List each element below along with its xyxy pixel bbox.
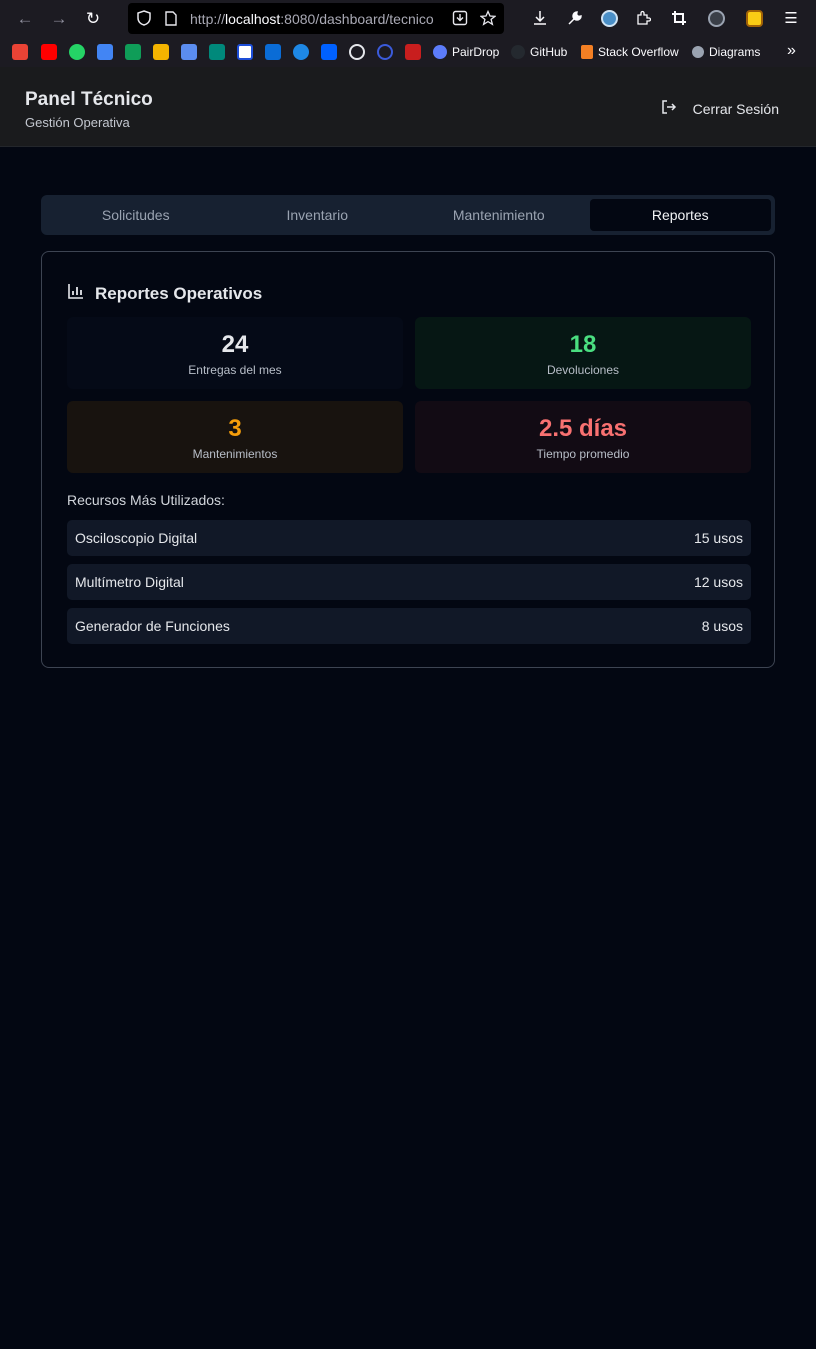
resource-uses: 8 usos	[701, 618, 743, 634]
stat-value: 3	[228, 415, 242, 442]
list-item: Multímetro Digital 12 usos	[67, 564, 751, 600]
address-bar[interactable]: http://localhost:8080/dashboard/tecnico	[128, 3, 504, 34]
google-docs-icon[interactable]	[97, 44, 113, 60]
save-page-icon[interactable]	[452, 10, 468, 26]
github-icon	[511, 45, 525, 59]
resource-name: Multímetro Digital	[75, 574, 184, 590]
downloads-icon[interactable]	[530, 8, 550, 28]
stat-value: 2.5 días	[538, 415, 628, 442]
app-header: Panel Técnico Gestión Operativa Cerrar S…	[0, 67, 816, 147]
google-sheets-icon[interactable]	[125, 44, 141, 60]
dropbox-icon[interactable]	[321, 44, 337, 60]
resource-name: Osciloscopio Digital	[75, 530, 198, 546]
page-icon	[163, 10, 179, 26]
menu-icon[interactable]: ☰	[781, 8, 801, 28]
url-host: localhost	[225, 11, 281, 27]
stat-value: 24	[221, 331, 249, 358]
tab-inventario[interactable]: Inventario	[227, 199, 409, 231]
stat-label: Entregas del mes	[188, 363, 282, 377]
reload-icon[interactable]: ↻	[82, 8, 104, 30]
wrench-icon[interactable]	[565, 8, 585, 28]
tab-mantenimiento[interactable]: Mantenimiento	[408, 199, 590, 231]
pairdrop-icon	[433, 45, 447, 59]
google-translate-icon[interactable]	[181, 44, 197, 60]
yellow-extension-icon[interactable]	[744, 8, 764, 28]
page-subtitle: Gestión Operativa	[25, 115, 130, 130]
stat-label: Devoluciones	[546, 363, 620, 377]
stat-label: Mantenimientos	[192, 447, 278, 461]
url-path: :8080/dashboard/tecnico	[280, 11, 434, 27]
resources-heading: Recursos Más Utilizados:	[67, 492, 225, 508]
back-arrow-icon[interactable]: ←	[14, 8, 36, 30]
bookmark-label: PairDrop	[452, 45, 500, 59]
resource-uses: 12 usos	[693, 574, 743, 590]
tab-bar: Solicitudes Inventario Mantenimiento Rep…	[41, 195, 775, 235]
bookmark-label: GitHub	[530, 45, 568, 59]
bookmark-label: Stack Overflow	[598, 45, 679, 59]
stat-mantenimientos: 3 Mantenimientos	[67, 401, 403, 473]
card-title: Reportes Operativos	[67, 282, 262, 305]
extensions-puzzle-icon[interactable]	[633, 8, 653, 28]
resource-uses: 15 usos	[693, 530, 743, 546]
bookmark-pairdrop[interactable]: PairDrop	[433, 44, 499, 60]
youtube-icon[interactable]	[41, 44, 57, 60]
stat-label: Tiempo promedio	[536, 447, 630, 461]
google-slides-icon[interactable]	[153, 44, 169, 60]
gmail-icon[interactable]	[12, 44, 28, 60]
tab-reportes[interactable]: Reportes	[589, 199, 771, 231]
onedrive-icon[interactable]	[293, 44, 309, 60]
tweetdeck-icon[interactable]	[237, 44, 253, 60]
red-app-icon[interactable]	[405, 44, 421, 60]
tab-solicitudes[interactable]: Solicitudes	[45, 199, 227, 231]
bookmarks-bar: PairDrop GitHub Stack Overflow Diagrams …	[0, 37, 816, 67]
diagrams-icon	[692, 46, 704, 58]
url-text[interactable]: http://localhost:8080/dashboard/tecnico	[190, 11, 438, 27]
logout-button[interactable]: Cerrar Sesión	[661, 99, 779, 118]
speedometer-icon[interactable]	[349, 44, 365, 60]
browser-toolbar: ← → ↻ http://localhost:8080/dashboard/te…	[0, 0, 816, 37]
reports-card: Reportes Operativos 24 Entregas del mes …	[41, 251, 775, 668]
bookmark-star-icon[interactable]	[480, 10, 496, 26]
bookmark-diagrams[interactable]: Diagrams	[692, 44, 760, 60]
spy-extension-icon[interactable]	[706, 8, 726, 28]
stat-tiempo-promedio: 2.5 días Tiempo promedio	[415, 401, 751, 473]
list-item: Osciloscopio Digital 15 usos	[67, 520, 751, 556]
outlook-icon[interactable]	[265, 44, 281, 60]
circle-app-icon[interactable]	[377, 44, 393, 60]
stackoverflow-icon	[581, 45, 593, 59]
url-prefix: http://	[190, 11, 226, 27]
logout-label: Cerrar Sesión	[692, 100, 779, 117]
page-title: Panel Técnico	[25, 89, 153, 110]
resource-name: Generador de Funciones	[75, 618, 230, 634]
stat-entregas: 24 Entregas del mes	[67, 317, 403, 389]
bookmark-github[interactable]: GitHub	[511, 44, 567, 60]
logout-icon	[661, 99, 677, 118]
crop-icon[interactable]	[669, 8, 689, 28]
whatsapp-icon[interactable]	[69, 44, 85, 60]
bookmark-stack-overflow[interactable]: Stack Overflow	[581, 44, 679, 60]
card-title-text: Reportes Operativos	[95, 283, 263, 303]
more-bookmarks-chevron-icon[interactable]: »	[787, 42, 796, 60]
stat-value: 18	[569, 331, 597, 358]
bookmark-label: Diagrams	[709, 45, 761, 59]
list-item: Generador de Funciones 8 usos	[67, 608, 751, 644]
extension-globe-icon[interactable]	[599, 8, 619, 28]
forward-arrow-icon[interactable]: →	[48, 8, 70, 30]
google-meet-icon[interactable]	[209, 44, 225, 60]
bar-chart-icon	[67, 282, 85, 305]
shield-icon[interactable]	[136, 10, 152, 26]
stat-devoluciones: 18 Devoluciones	[415, 317, 751, 389]
